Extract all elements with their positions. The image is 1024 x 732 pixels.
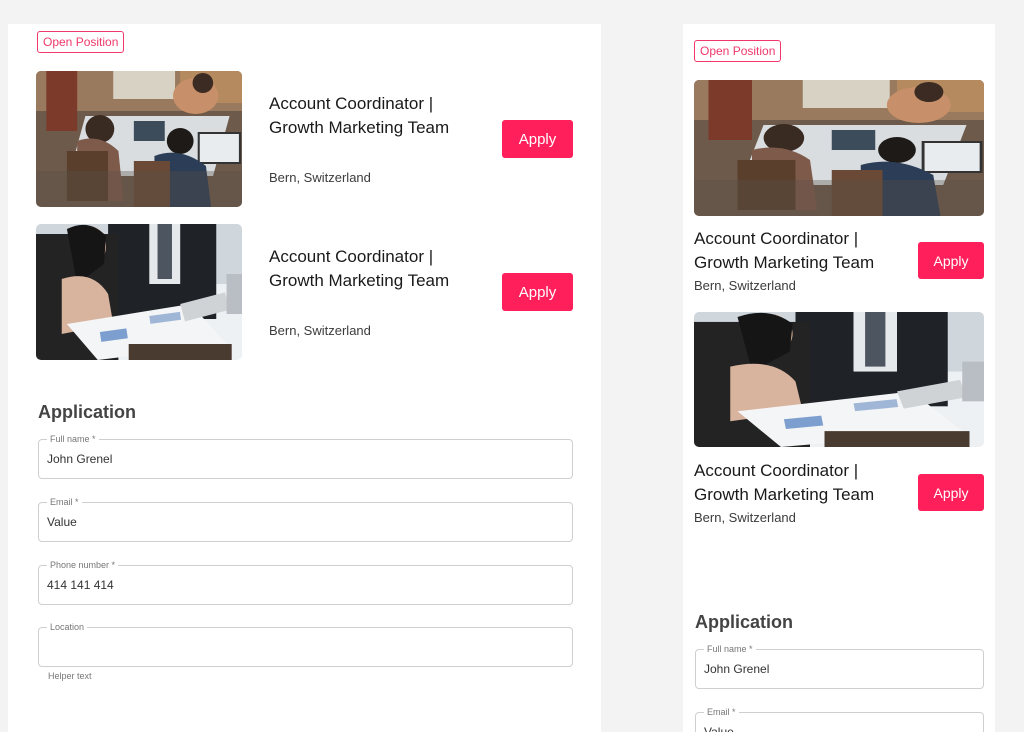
job-photo-meeting: [694, 312, 984, 447]
open-position-badge: Open Position: [694, 40, 782, 62]
email-field[interactable]: Email * Value: [695, 707, 984, 732]
desktop-job-panel: Open Position Account Coordinator | Grow…: [8, 24, 601, 732]
application-title: Application: [38, 402, 136, 422]
apply-button[interactable]: Apply: [918, 242, 984, 279]
field-label: Location: [47, 622, 88, 632]
full-name-field[interactable]: Full name * John Grenel: [695, 644, 984, 689]
job-title[interactable]: Account Coordinator | Growth Marketing T…: [694, 459, 874, 507]
field-label: Email *: [47, 497, 82, 507]
field-label: Full name *: [47, 434, 99, 444]
field-label: Phone number *: [47, 560, 119, 570]
open-position-badge: Open Position: [37, 31, 125, 53]
field-label: Full name *: [704, 644, 756, 654]
apply-button[interactable]: Apply: [502, 120, 573, 158]
field-value[interactable]: Value: [47, 515, 77, 529]
apply-button[interactable]: Apply: [502, 273, 573, 311]
job-location: Bern, Switzerland: [269, 170, 371, 185]
location-helper-text: Helper text: [48, 671, 92, 681]
field-label: Email *: [704, 707, 739, 717]
job-photo-coworkers: [36, 71, 242, 207]
job-location: Bern, Switzerland: [694, 278, 796, 293]
job-title[interactable]: Account Coordinator | Growth Marketing T…: [269, 245, 449, 293]
location-field[interactable]: Location: [38, 622, 573, 667]
job-location: Bern, Switzerland: [694, 510, 796, 525]
mobile-job-panel: Open Position Account Coordinator | Grow…: [683, 24, 995, 732]
job-photo-coworkers: [694, 80, 984, 216]
email-field[interactable]: Email * Value: [38, 497, 573, 542]
job-title[interactable]: Account Coordinator | Growth Marketing T…: [694, 227, 874, 275]
job-title[interactable]: Account Coordinator | Growth Marketing T…: [269, 92, 449, 140]
phone-number-field[interactable]: Phone number * 414 141 414: [38, 560, 573, 605]
full-name-field[interactable]: Full name * John Grenel: [38, 434, 573, 479]
job-photo-meeting: [36, 224, 242, 360]
application-title: Application: [695, 612, 793, 632]
field-value[interactable]: Value: [704, 725, 734, 732]
field-value[interactable]: 414 141 414: [47, 578, 114, 592]
field-value[interactable]: John Grenel: [47, 452, 112, 466]
job-location: Bern, Switzerland: [269, 323, 371, 338]
field-value[interactable]: John Grenel: [704, 662, 769, 676]
apply-button[interactable]: Apply: [918, 474, 984, 511]
